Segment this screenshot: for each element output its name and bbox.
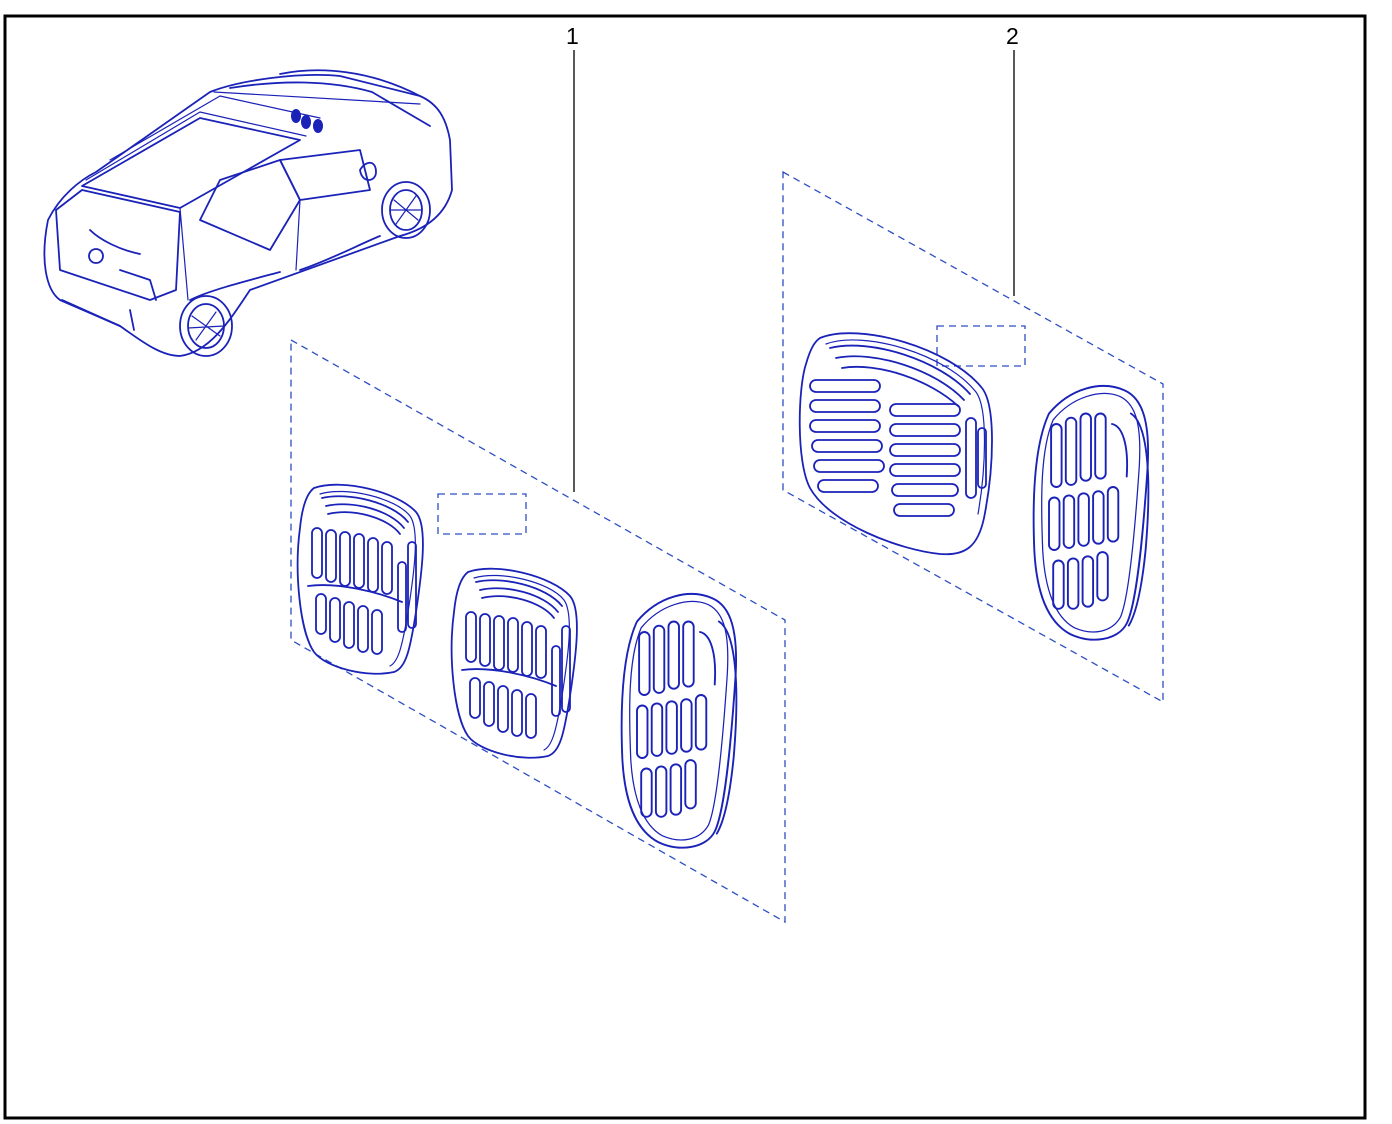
accelerator-pedal-pad-icon (1032, 385, 1150, 641)
drawing-frame (3, 14, 1367, 1120)
accelerator-pedal-pad-icon (620, 593, 738, 849)
kit-outline (290, 338, 786, 924)
callout-2: 2 (1006, 23, 1019, 296)
callout-number: 1 (566, 23, 579, 49)
callout-1: 1 (566, 23, 579, 492)
brake-pedal-pad-wide-icon (798, 332, 993, 556)
brake-pedal-pad-icon (450, 567, 578, 759)
vehicle-illustration (43, 69, 453, 357)
label-placeholder-box (936, 325, 1026, 367)
kit-1-group (290, 338, 786, 924)
parts-diagram: 1 2 (3, 14, 1367, 1120)
label-placeholder-box (437, 493, 527, 535)
clutch-pedal-pad-icon (296, 483, 424, 675)
kit-2-group (782, 170, 1164, 704)
callout-number: 2 (1006, 23, 1019, 49)
